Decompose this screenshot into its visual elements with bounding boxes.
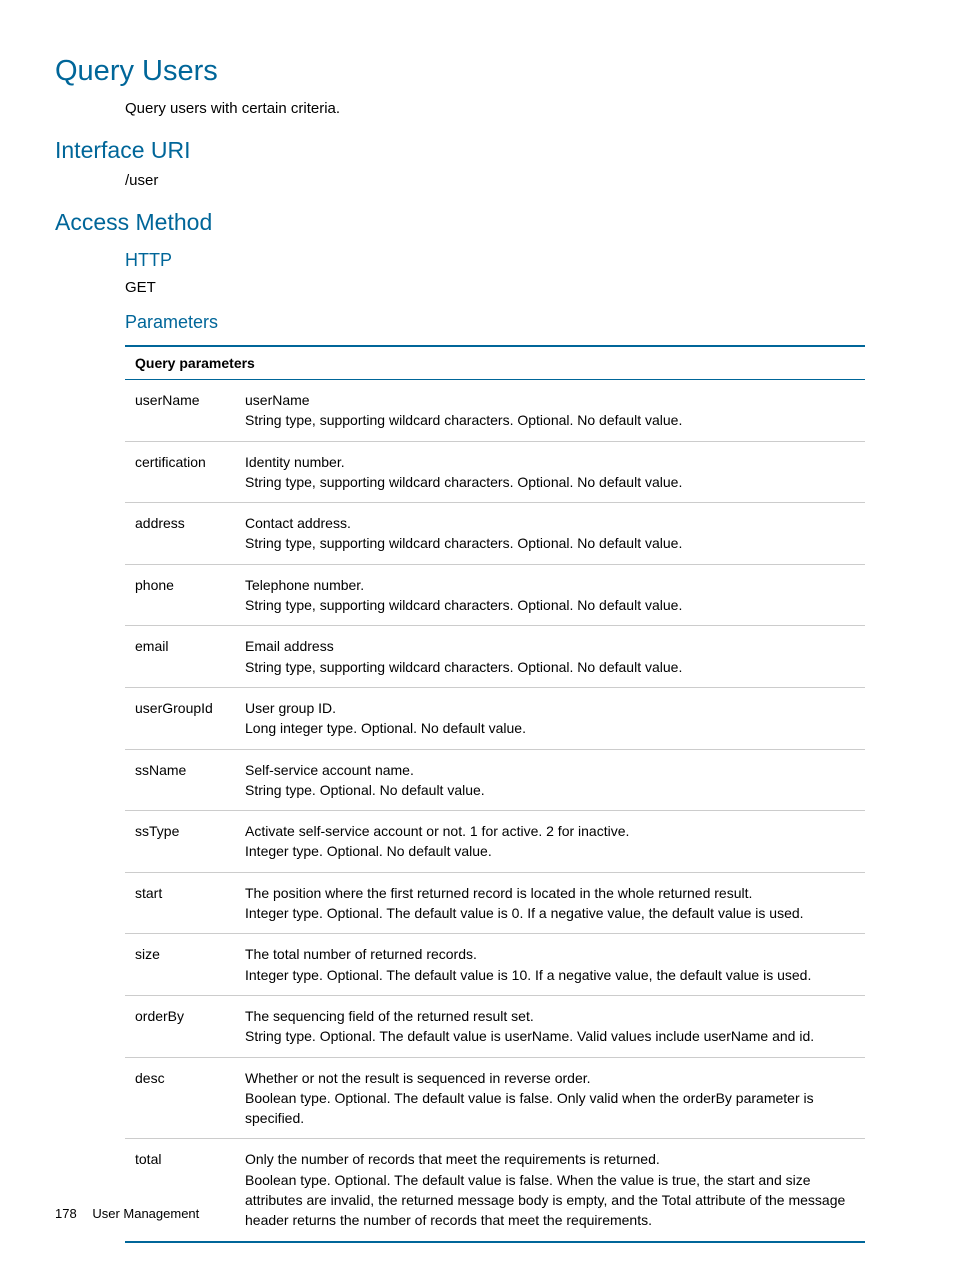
param-desc: Whether or not the result is sequenced i… — [235, 1057, 865, 1139]
param-desc: Self-service account name.String type. O… — [235, 749, 865, 811]
table-row: total Only the number of records that mee… — [125, 1139, 865, 1242]
table-row: sizeThe total number of returned records… — [125, 934, 865, 996]
param-desc-line2: Integer type. Optional. No default value… — [245, 841, 855, 861]
parameters-heading: Parameters — [125, 312, 864, 333]
param-desc-line1: The total number of returned records. — [245, 944, 855, 964]
param-name: orderBy — [125, 995, 235, 1057]
param-desc-line1: Activate self-service account or not. 1 … — [245, 821, 855, 841]
param-desc: Identity number.String type, supporting … — [235, 441, 865, 503]
param-desc: The sequencing field of the returned res… — [235, 995, 865, 1057]
param-desc: The position where the first returned re… — [235, 872, 865, 934]
param-name: total — [125, 1139, 235, 1242]
param-name: userName — [125, 380, 235, 442]
page-description: Query users with certain criteria. — [125, 98, 864, 119]
param-desc-line2: Integer type. Optional. The default valu… — [245, 903, 855, 923]
parameters-table: Query parameters userNameuserNameString … — [125, 345, 865, 1243]
param-name: size — [125, 934, 235, 996]
table-row: userNameuserNameString type, supporting … — [125, 380, 865, 442]
param-name: start — [125, 872, 235, 934]
param-name: certification — [125, 441, 235, 503]
param-name: ssName — [125, 749, 235, 811]
param-desc-line1: Only the number of records that meet the… — [245, 1149, 855, 1169]
param-desc: User group ID.Long integer type. Optiona… — [235, 687, 865, 749]
interface-uri-value: /user — [125, 170, 864, 191]
param-desc-line1: Identity number. — [245, 452, 855, 472]
table-row: emailEmail addressString type, supportin… — [125, 626, 865, 688]
param-desc-line2: Long integer type. Optional. No default … — [245, 718, 855, 738]
param-desc-line1: The position where the first returned re… — [245, 883, 855, 903]
footer-section: User Management — [92, 1206, 199, 1221]
param-desc-line1: Telephone number. — [245, 575, 855, 595]
param-name: phone — [125, 564, 235, 626]
param-desc-line2: String type. Optional. The default value… — [245, 1026, 855, 1046]
param-desc-line2: Boolean type. Optional. The default valu… — [245, 1170, 855, 1231]
page-number: 178 — [55, 1206, 77, 1221]
param-name: email — [125, 626, 235, 688]
param-desc-line2: String type, supporting wildcard charact… — [245, 472, 855, 492]
param-desc-line2: Integer type. Optional. The default valu… — [245, 965, 855, 985]
table-row: addressContact address.String type, supp… — [125, 503, 865, 565]
param-desc-line1: Whether or not the result is sequenced i… — [245, 1068, 855, 1088]
param-desc-line1: Contact address. — [245, 513, 855, 533]
page-title: Query Users — [55, 55, 864, 88]
param-desc-line2: Boolean type. Optional. The default valu… — [245, 1088, 855, 1129]
param-name: userGroupId — [125, 687, 235, 749]
param-desc-line1: userName — [245, 390, 855, 410]
param-name: desc — [125, 1057, 235, 1139]
param-desc-line1: Self-service account name. — [245, 760, 855, 780]
interface-uri-heading: Interface URI — [55, 137, 864, 164]
param-desc-line2: String type, supporting wildcard charact… — [245, 533, 855, 553]
param-desc: Only the number of records that meet the… — [235, 1139, 865, 1242]
http-value: GET — [125, 277, 864, 298]
param-desc: Email addressString type, supporting wil… — [235, 626, 865, 688]
param-desc-line2: String type, supporting wildcard charact… — [245, 595, 855, 615]
param-desc-line2: String type, supporting wildcard charact… — [245, 410, 855, 430]
param-desc: Contact address.String type, supporting … — [235, 503, 865, 565]
param-desc-line1: User group ID. — [245, 698, 855, 718]
param-desc: userNameString type, supporting wildcard… — [235, 380, 865, 442]
page-footer: 178 User Management — [55, 1206, 199, 1221]
table-row: start The position where the first return… — [125, 872, 865, 934]
table-row: ssNameSelf-service account name.String t… — [125, 749, 865, 811]
param-desc: The total number of returned records.Int… — [235, 934, 865, 996]
table-row: desc Whether or not the result is sequenc… — [125, 1057, 865, 1139]
http-heading: HTTP — [125, 250, 864, 271]
param-desc-line1: Email address — [245, 636, 855, 656]
access-method-heading: Access Method — [55, 209, 864, 236]
param-desc-line2: String type. Optional. No default value. — [245, 780, 855, 800]
table-row: orderBy The sequencing field of the retur… — [125, 995, 865, 1057]
param-desc: Telephone number.String type, supporting… — [235, 564, 865, 626]
table-row: ssType Activate self-service account or n… — [125, 811, 865, 873]
param-name: ssType — [125, 811, 235, 873]
param-desc-line2: String type, supporting wildcard charact… — [245, 657, 855, 677]
param-desc: Activate self-service account or not. 1 … — [235, 811, 865, 873]
table-row: phoneTelephone number.String type, suppo… — [125, 564, 865, 626]
table-row: userGroupIdUser group ID.Long integer ty… — [125, 687, 865, 749]
param-desc-line1: The sequencing field of the returned res… — [245, 1006, 855, 1026]
table-header: Query parameters — [125, 346, 865, 380]
table-row: certificationIdentity number.String type… — [125, 441, 865, 503]
param-name: address — [125, 503, 235, 565]
